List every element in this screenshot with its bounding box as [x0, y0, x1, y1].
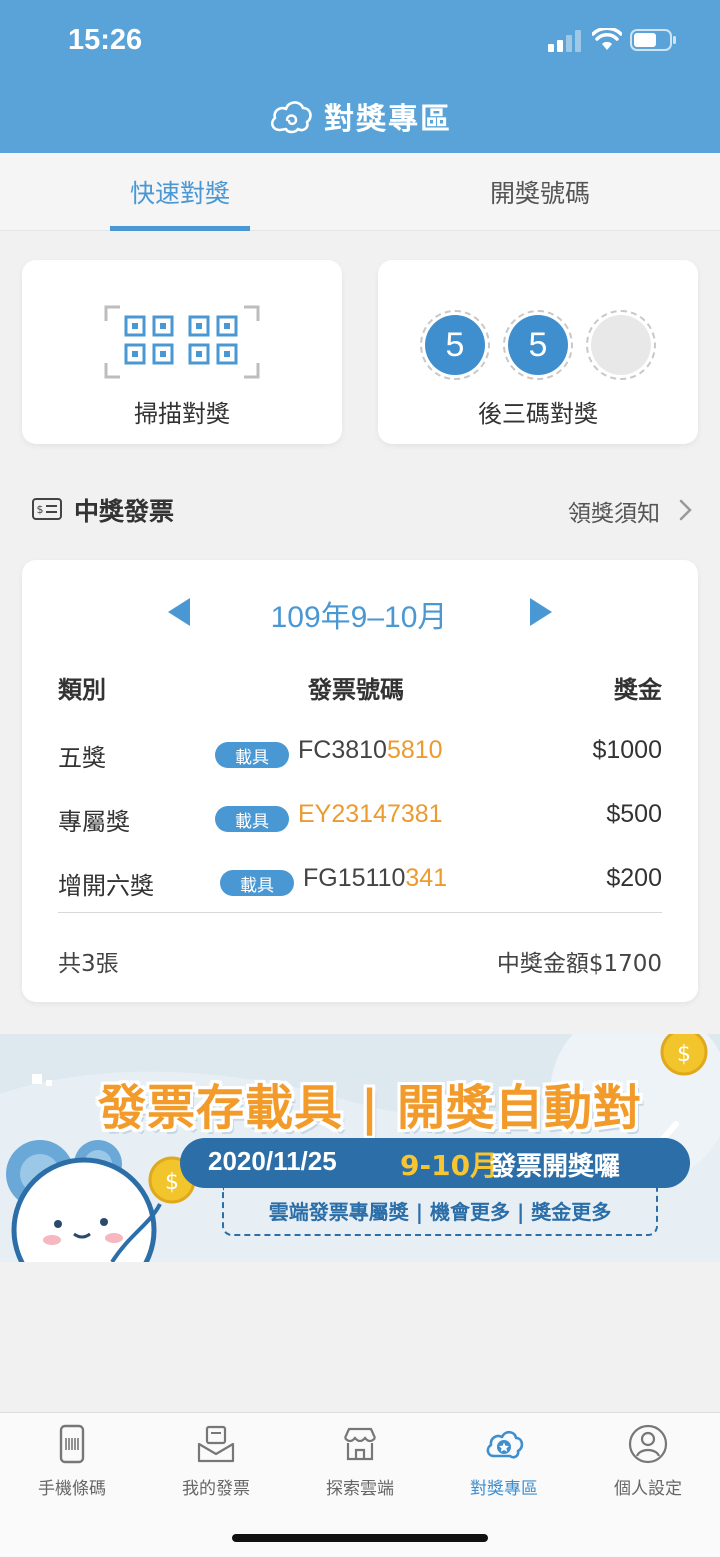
prize-notice-link[interactable]: 領獎須知 — [568, 494, 660, 528]
winning-invoices-header: $ 中獎發票 領獎須知 — [30, 488, 700, 528]
prize-amount: $200 — [606, 864, 662, 892]
invoice-number: FC38105810 — [298, 736, 443, 765]
invoice-number: EY23147381 — [298, 800, 443, 829]
prize-category: 專屬獎 — [58, 808, 130, 836]
cellular-signal-icon — [548, 30, 581, 52]
tab-quick-check[interactable]: 快速對獎 — [110, 153, 250, 231]
wifi-icon — [592, 28, 622, 50]
column-header-number: 發票號碼 — [308, 676, 404, 704]
invoice-number-matched: 5810 — [386, 736, 443, 764]
banner-headline: 發票存載具 | 開獎自動對 — [98, 1080, 642, 1136]
banner-date: 2020/11/25 — [208, 1146, 337, 1176]
digit-ball-2: 5 — [503, 310, 573, 380]
next-period-icon[interactable] — [528, 596, 554, 628]
invoice-money-icon: $ — [32, 498, 62, 520]
carrier-badge: 載具 — [215, 806, 289, 832]
nav-item-prize-zone[interactable]: 對獎專區 — [432, 1424, 576, 1504]
scan-check-label: 掃描對獎 — [134, 400, 230, 428]
invoice-number-matched: 341 — [405, 864, 448, 892]
winning-count: 共3張 — [58, 951, 119, 977]
digit-value: 5 — [508, 315, 568, 375]
digit-value-empty — [591, 315, 651, 375]
svg-text:$: $ — [165, 1170, 179, 1195]
nav-item-settings[interactable]: 個人設定 — [576, 1424, 720, 1504]
banner-subline: 雲端發票專屬獎 | 機會更多 | 獎金更多 — [268, 1200, 612, 1224]
nav-label: 手機條碼 — [38, 1479, 106, 1499]
store-icon — [343, 1427, 377, 1461]
qr-scan-icon — [104, 305, 260, 379]
cloud-logo-icon — [270, 101, 312, 134]
home-indicator — [232, 1534, 488, 1542]
nav-label: 我的發票 — [182, 1479, 250, 1499]
invoice-number-matched: EY23147381 — [298, 800, 443, 828]
period-title: 109年9–10月 — [270, 601, 448, 634]
battery-icon — [630, 29, 676, 51]
table-row[interactable]: 增開六獎 載具 FG15110341 $200 — [22, 858, 698, 902]
winning-total: 中獎金額$1700 — [496, 951, 662, 977]
chevron-right-icon[interactable] — [678, 498, 694, 522]
last-three-check-label: 後三碼對獎 — [478, 400, 598, 428]
tab-winning-numbers[interactable]: 開獎號碼 — [470, 153, 610, 231]
nav-item-explore-cloud[interactable]: 探索雲端 — [288, 1424, 432, 1504]
winning-invoices-title: 中獎發票 — [74, 497, 175, 526]
banner-month: 9-10月 — [400, 1149, 499, 1182]
svg-text:$: $ — [677, 1042, 691, 1067]
prize-amount: $500 — [606, 800, 662, 828]
prize-amount: $1000 — [592, 736, 662, 764]
invoice-number: FG15110341 — [303, 864, 447, 893]
prize-category: 五獎 — [58, 744, 106, 772]
status-time: 15:26 — [68, 24, 143, 56]
nav-label: 個人設定 — [614, 1479, 682, 1499]
carrier-badge: 載具 — [215, 742, 289, 768]
digit-value: 5 — [425, 315, 485, 375]
invoice-envelope-icon — [197, 1425, 235, 1463]
table-divider — [58, 912, 662, 913]
cloud-prize-icon — [486, 1430, 524, 1459]
carrier-badge: 載具 — [220, 870, 294, 896]
digit-ball-1: 5 — [420, 310, 490, 380]
tab-bar: 快速對獎 開獎號碼 — [0, 153, 720, 231]
app-header: 15:26 對獎專區 — [0, 0, 720, 153]
nav-label: 探索雲端 — [326, 1479, 394, 1499]
banner-draw-text: 發票開獎囉 — [490, 1152, 621, 1182]
svg-text:$: $ — [37, 503, 44, 516]
nav-label: 對獎專區 — [470, 1479, 538, 1499]
digit-ball-3 — [586, 310, 656, 380]
table-row[interactable]: 專屬獎 載具 EY23147381 $500 — [22, 794, 698, 838]
nav-item-mobile-barcode[interactable]: 手機條碼 — [0, 1424, 144, 1504]
header-title-group: 對獎專區 — [0, 92, 720, 140]
previous-period-icon[interactable] — [166, 596, 192, 628]
invoice-number-plain: FC3810 — [298, 736, 387, 764]
invoice-number-plain: FG15110 — [303, 864, 406, 892]
page-title: 對獎專區 — [324, 102, 452, 137]
column-header-amount: 獎金 — [614, 676, 662, 704]
prize-category: 增開六獎 — [58, 872, 154, 900]
column-header-category: 類別 — [58, 676, 106, 704]
nav-item-my-invoices[interactable]: 我的發票 — [144, 1424, 288, 1504]
person-icon — [628, 1424, 668, 1464]
barcode-phone-icon — [59, 1424, 85, 1464]
table-row[interactable]: 五獎 載具 FC38105810 $1000 — [22, 730, 698, 774]
